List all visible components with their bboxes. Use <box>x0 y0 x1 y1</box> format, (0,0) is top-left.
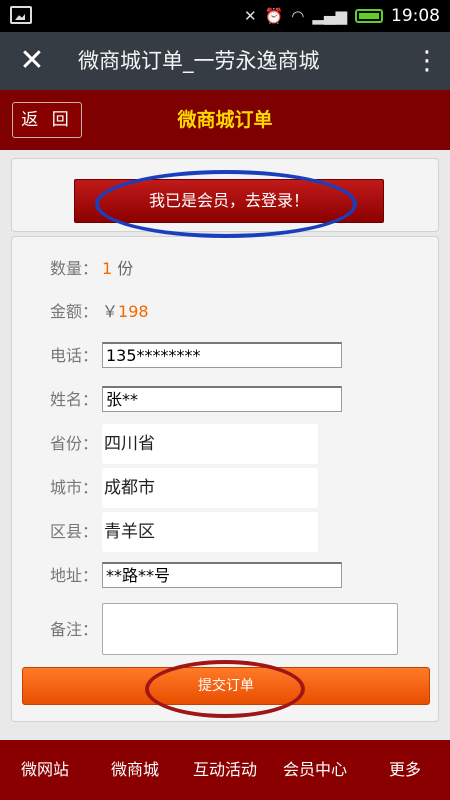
note-label: 备注： <box>50 620 99 639</box>
order-form: 数量： 1 份 金额： ￥198 电话： 135******** 姓名： 张**… <box>11 236 439 722</box>
address-label: 地址： <box>50 566 99 585</box>
amount-label: 金额： <box>50 302 99 321</box>
image-notification-icon <box>10 6 32 24</box>
quantity-number: 1 <box>102 259 113 278</box>
back-button[interactable]: 返 回 <box>12 102 82 138</box>
phone-input[interactable]: 135******** <box>102 342 342 368</box>
city-label: 城市： <box>50 478 99 497</box>
name-label: 姓名： <box>50 390 99 409</box>
city-row: 城市： 成都市 <box>12 468 440 508</box>
note-textarea[interactable] <box>102 603 398 655</box>
amount-number: 198 <box>118 302 149 321</box>
nav-item-member-center[interactable]: 会员中心 <box>270 740 360 800</box>
phone-label: 电话： <box>50 346 99 365</box>
nav-item-micro-mall[interactable]: 微商城 <box>90 740 180 800</box>
login-card: 我已是会员，去登录！ <box>11 158 439 232</box>
province-select[interactable]: 四川省 <box>102 424 318 464</box>
quantity-unit: 份 <box>112 259 134 278</box>
status-bar: ✕ ⏰ ◠ ▂▄▆ 19:08 <box>0 0 450 32</box>
district-row: 区县： 青羊区 <box>12 512 440 552</box>
district-label: 区县： <box>50 522 99 541</box>
phone-row: 电话： 135******** <box>12 336 440 376</box>
nav-item-micro-site[interactable]: 微网站 <box>0 740 90 800</box>
quantity-value: 1 份 <box>102 249 133 289</box>
signal-icon: ▂▄▆ <box>312 7 347 25</box>
province-row: 省份： 四川省 <box>12 424 440 464</box>
district-select[interactable]: 青羊区 <box>102 512 318 552</box>
close-icon[interactable]: ✕ <box>16 43 48 79</box>
currency-symbol: ￥ <box>102 302 119 321</box>
city-select[interactable]: 成都市 <box>102 468 318 508</box>
alarm-icon: ⏰ <box>264 7 284 25</box>
clock: 19:08 <box>391 6 440 26</box>
member-login-button[interactable]: 我已是会员，去登录！ <box>74 179 384 223</box>
address-row: 地址： **路**号 <box>12 556 440 596</box>
nav-item-activities[interactable]: 互动活动 <box>180 740 270 800</box>
amount-row: 金额： ￥198 <box>12 292 440 332</box>
submit-order-button[interactable]: 提交订单 <box>22 667 430 705</box>
amount-value: ￥198 <box>102 292 149 332</box>
province-label: 省份： <box>50 434 99 453</box>
app-bar: ✕ 微商城订单_一劳永逸商城 ⋮ <box>0 32 450 90</box>
app-bar-title: 微商城订单_一劳永逸商城 <box>78 49 320 73</box>
wifi-icon: ◠ <box>291 7 305 25</box>
address-input[interactable]: **路**号 <box>102 562 342 588</box>
mute-icon: ✕ <box>244 7 257 25</box>
nav-item-more[interactable]: 更多 <box>360 740 450 800</box>
battery-icon <box>355 9 383 23</box>
name-row: 姓名： 张** <box>12 380 440 420</box>
name-input[interactable]: 张** <box>102 386 342 412</box>
quantity-label: 数量： <box>50 259 99 278</box>
page-header: 微商城订单 返 回 <box>0 90 450 150</box>
bottom-nav: 微网站 微商城 互动活动 会员中心 更多 <box>0 740 450 800</box>
more-vertical-icon[interactable]: ⋮ <box>414 43 440 79</box>
quantity-row: 数量： 1 份 <box>12 249 440 289</box>
